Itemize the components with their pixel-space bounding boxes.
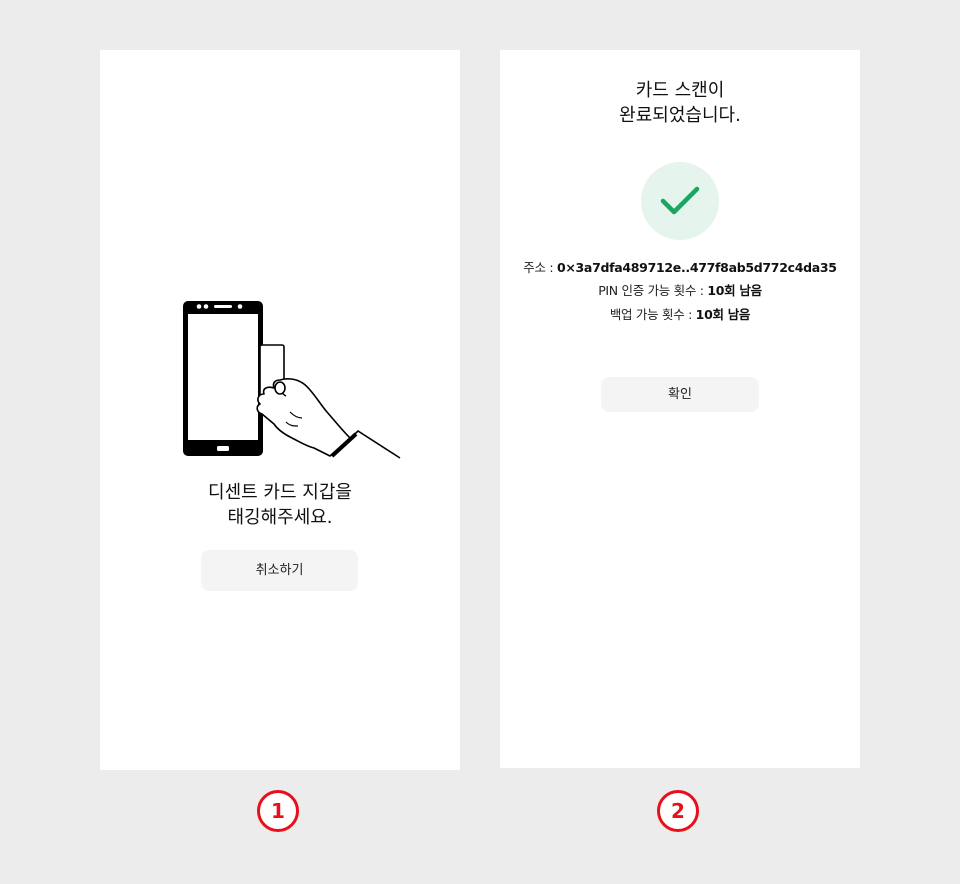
tag-instruction-line1: 디센트 카드 지갑을 xyxy=(208,482,352,503)
address-value: 0×3a7dfa489712e..477f8ab5d772c4da35 xyxy=(556,260,837,275)
check-icon xyxy=(660,186,700,215)
step-2-badge: 2 xyxy=(657,790,699,832)
confirm-button[interactable]: 확인 xyxy=(601,377,759,412)
success-badge xyxy=(641,162,719,240)
phone-card-tap-icon xyxy=(183,301,401,459)
scan-complete-title-line1: 카드 스캔이 xyxy=(635,80,725,101)
tag-instruction-line2: 태깅해주세요. xyxy=(227,507,333,528)
address-row: 주소 : 0×3a7dfa489712e..477f8ab5d772c4da35 xyxy=(500,257,860,276)
scan-complete-title: 카드 스캔이 완료되었습니다. xyxy=(500,78,860,128)
pin-attempts-row: PIN 인증 가능 횟수 : 10회 남음 xyxy=(500,280,860,299)
step-1-badge: 1 xyxy=(257,790,299,832)
backup-attempts-value: 10회 남음 xyxy=(695,307,751,322)
pin-attempts-label: PIN 인증 가능 횟수 : xyxy=(598,283,708,298)
cancel-button[interactable]: 취소하기 xyxy=(201,550,358,591)
backup-attempts-label: 백업 가능 횟수 : xyxy=(609,307,696,322)
scan-complete-screen: 카드 스캔이 완료되었습니다. 주소 : 0×3a7dfa489712e..47… xyxy=(500,50,860,768)
backup-attempts-row: 백업 가능 횟수 : 10회 남음 xyxy=(500,304,860,323)
address-label: 주소 : xyxy=(523,260,557,275)
scan-complete-title-line2: 완료되었습니다. xyxy=(619,105,741,126)
card-tag-screen: 디센트 카드 지갑을 태깅해주세요. 취소하기 xyxy=(100,50,460,770)
pin-attempts-value: 10회 남음 xyxy=(707,283,762,298)
tag-instruction: 디센트 카드 지갑을 태깅해주세요. xyxy=(100,480,460,530)
